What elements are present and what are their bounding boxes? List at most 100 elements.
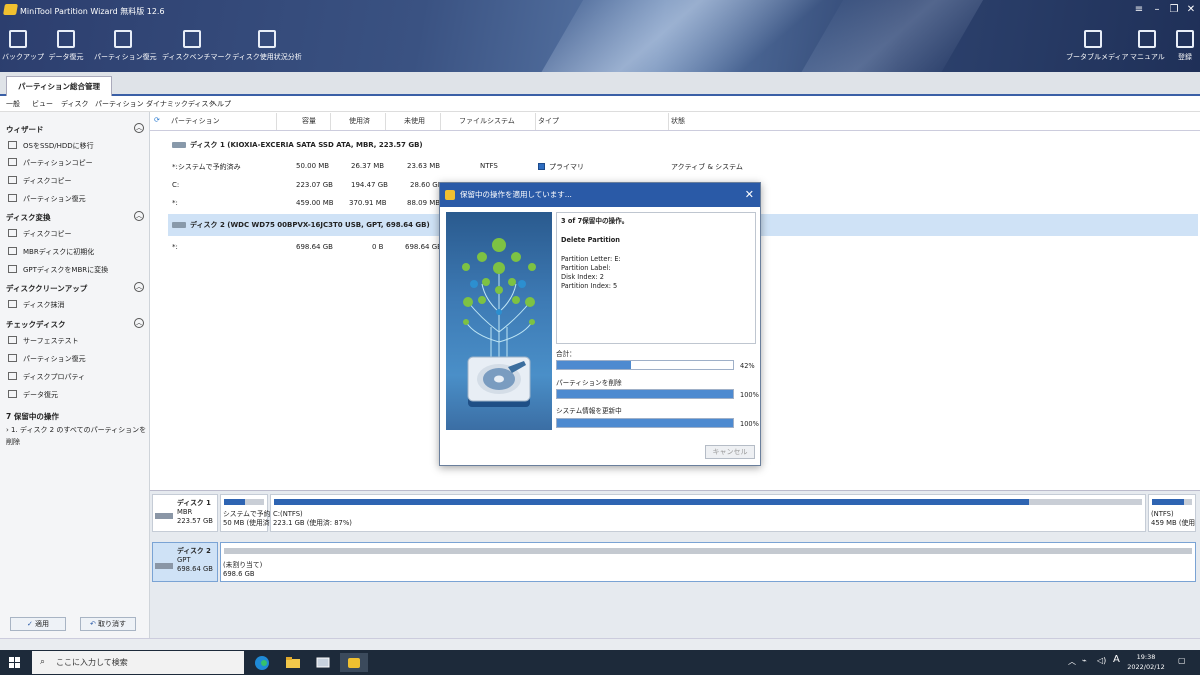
disk-drive-icon — [172, 142, 186, 148]
section-cleanup: ディスククリーンアップ — [6, 284, 88, 293]
operation-step: 3 of 7保留中の操作。 — [561, 217, 629, 225]
close-icon[interactable]: ✕ — [745, 183, 754, 207]
edge-browser-icon[interactable] — [252, 653, 272, 672]
clock[interactable]: 19:38 2022/02/12 — [1126, 652, 1166, 672]
notification-icon[interactable]: ▢ — [1178, 656, 1186, 665]
primary-partition-icon — [538, 163, 545, 170]
collapse-cleanup-icon[interactable]: ︿ — [134, 282, 144, 292]
status-bar — [0, 638, 1200, 650]
windows-start-icon[interactable] — [9, 657, 20, 668]
maximize-icon[interactable]: ❐ — [1167, 4, 1181, 15]
toolbar-bootable-media-button[interactable]: ブータブルメディア — [1066, 30, 1129, 62]
progress-fill — [557, 419, 733, 427]
pending-op-item[interactable]: › 1. ディスク 2 のすべてのパーティションを削除 — [6, 424, 149, 446]
tab-partition-management[interactable]: パーティション総合管理 — [6, 76, 112, 96]
partition-wizard-taskbar-icon[interactable] — [340, 653, 368, 672]
toolbar-space-analyzer-button[interactable]: ディスク使用状況分析 — [232, 30, 302, 62]
collapse-wizard-icon[interactable]: ︿ — [134, 123, 144, 133]
sidebar-item-disk-properties[interactable]: ディスクプロパティ — [8, 371, 85, 383]
disk-drive-icon — [172, 222, 186, 228]
sidebar-item-init-mbr[interactable]: MBRディスクに初期化 — [8, 246, 94, 258]
section-pending-ops: 7 保留中の操作 — [6, 412, 59, 421]
sidebar-item-data-recovery[interactable]: データ復元 — [8, 389, 58, 401]
disk-row-1[interactable]: ディスク 1 (KIOXIA-EXCERIA SATA SSD ATA, MBR… — [168, 136, 1198, 154]
menu-icon[interactable]: ≡ — [1132, 4, 1146, 15]
usage-fill — [224, 499, 246, 505]
menu-view[interactable]: ビュー — [32, 99, 53, 109]
toolbar-partition-recovery-button[interactable]: パーティション復元 — [94, 30, 157, 62]
diskmap-part-reserved[interactable]: システムで予約 50 MB (使用済 — [220, 494, 270, 532]
convert-icon — [8, 265, 17, 273]
sidebar-item-gpt-to-mbr[interactable]: GPTディスクをMBRに変換 — [8, 264, 108, 276]
col-header-used[interactable]: 使用済 — [349, 116, 370, 126]
sidebar-item-wipe-disk[interactable]: ディスク抹消 — [8, 299, 65, 311]
collapse-convert-icon[interactable]: ︿ — [134, 211, 144, 221]
toolbar-register-button[interactable]: 登録 — [1172, 30, 1198, 62]
menu-disk[interactable]: ディスク — [61, 99, 89, 109]
disk-properties-icon — [8, 372, 17, 380]
sidebar-item-partition-recovery-2[interactable]: パーティション復元 — [8, 353, 86, 365]
usage-fill — [1152, 499, 1185, 505]
tray-chevron-icon[interactable]: ︿ — [1068, 656, 1076, 667]
diskmap-disk2-card[interactable]: ディスク 2 GPT 698.64 GB — [152, 542, 218, 582]
menu-bar: 一般 ビュー ディスク パーティション ダイナミックディスク ヘルプ — [0, 96, 1200, 112]
detail-line: Partition Index: 5 — [561, 282, 618, 290]
eraser-icon — [8, 300, 17, 308]
menu-partition[interactable]: パーティション — [95, 99, 144, 109]
copy-disk-icon — [8, 176, 17, 184]
progress-fill — [557, 390, 733, 398]
col-header-partition[interactable]: パーティション — [171, 116, 220, 126]
col-header-type[interactable]: タイプ — [538, 116, 559, 126]
close-window-icon[interactable]: ✕ — [1184, 4, 1198, 15]
collapse-check-icon[interactable]: ︿ — [134, 318, 144, 328]
toolbar-manual-button[interactable]: マニュアル — [1130, 30, 1165, 62]
taskbar-search-input[interactable]: ⌕ ここに入力して検索 — [32, 651, 244, 674]
progress-value-total: 42% — [740, 362, 755, 370]
diskmap-disk1-card[interactable]: ディスク 1 MBR 223.57 GB — [152, 494, 218, 532]
app-window-icon[interactable] — [313, 653, 333, 672]
data-recovery-icon — [8, 390, 17, 398]
toolbar-backup-button[interactable]: バックアップ — [2, 30, 44, 62]
dialog-title: 保留中の操作を適用しています... — [460, 190, 572, 199]
sidebar-item-copy-disk-2[interactable]: ディスクコピー — [8, 228, 72, 240]
toolbar-disk-benchmark-button[interactable]: ディスクベンチマーク — [162, 30, 232, 62]
diskmap-part-c[interactable]: C:(NTFS) 223.1 GB (使用済: 87%) — [270, 494, 1146, 532]
progress-bar-total — [556, 360, 734, 370]
sidebar-item-partition-recovery[interactable]: パーティション復元 — [8, 193, 86, 205]
menu-dynamic-disk[interactable]: ダイナミックディスク — [146, 99, 215, 109]
col-header-filesystem[interactable]: ファイルシステム — [459, 116, 515, 126]
cancel-button[interactable]: キャンセル — [705, 445, 755, 459]
usb-drive-icon — [1084, 30, 1102, 48]
init-mbr-icon — [8, 247, 17, 255]
col-header-unused[interactable]: 未使用 — [404, 116, 425, 126]
network-icon[interactable]: ⌁ — [1082, 656, 1087, 665]
app-logo-icon — [3, 4, 18, 15]
sidebar-item-migrate-os[interactable]: OSをSSD/HDDに移行 — [8, 140, 94, 152]
diskmap-part-ntfs[interactable]: (NTFS) 459 MB (使用 — [1148, 494, 1196, 532]
undo-button[interactable]: ↶ 取り消す — [80, 617, 136, 631]
disk-benchmark-icon — [183, 30, 201, 48]
apply-pending-dialog: 保留中の操作を適用しています... ✕ 3 of 7保留中の操作。 Delete… — [439, 182, 761, 466]
refresh-icon[interactable]: ⟳ — [154, 116, 160, 124]
diskmap-part-unallocated[interactable]: (未割り当て) 698.6 GB — [220, 542, 1196, 582]
title-bar: MiniTool Partition Wizard 無料版 12.6 ≡ – ❐… — [0, 0, 1200, 72]
toolbar-data-recovery-button[interactable]: データ復元 — [46, 30, 86, 62]
section-convert-disk: ディスク変換 — [6, 213, 51, 222]
section-check-disk: チェックディスク — [6, 320, 66, 329]
menu-help[interactable]: ヘルプ — [210, 99, 231, 109]
file-explorer-icon[interactable] — [283, 653, 303, 672]
sidebar: ウィザード ︿ OSをSSD/HDDに移行 パーティションコピー ディスクコピー… — [0, 112, 150, 638]
col-header-status[interactable]: 状態 — [671, 116, 685, 126]
volume-icon[interactable]: ◁) — [1097, 656, 1106, 665]
backup-icon — [9, 30, 27, 48]
sidebar-item-copy-partition[interactable]: パーティションコピー — [8, 157, 93, 169]
menu-general[interactable]: 一般 — [6, 99, 20, 109]
data-recovery-icon — [57, 30, 75, 48]
ime-indicator[interactable]: A — [1113, 654, 1120, 665]
copy-disk-icon — [8, 229, 17, 237]
apply-button[interactable]: ✓ 適用 — [10, 617, 66, 631]
col-header-capacity[interactable]: 容量 — [302, 116, 316, 126]
minimize-icon[interactable]: – — [1150, 4, 1164, 15]
sidebar-item-copy-disk[interactable]: ディスクコピー — [8, 175, 72, 187]
sidebar-item-surface-test[interactable]: サーフェステスト — [8, 335, 79, 347]
